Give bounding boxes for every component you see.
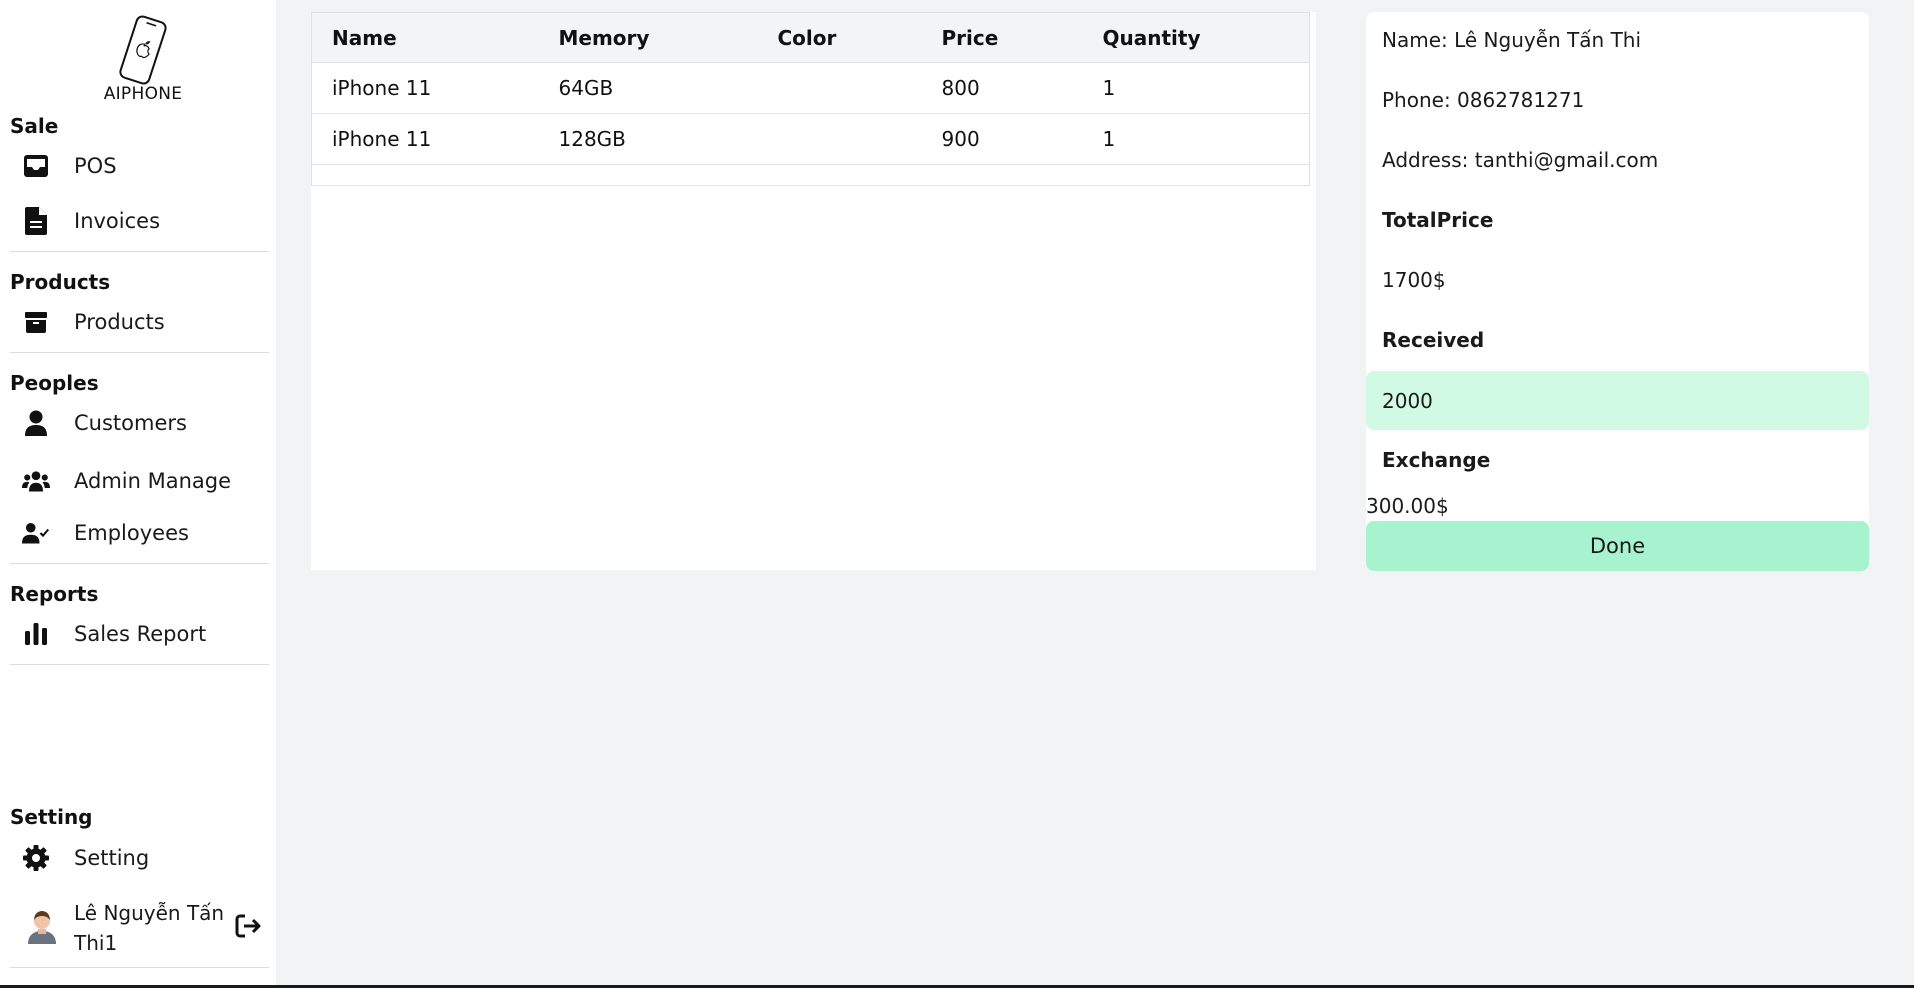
sidebar-item-label: Invoices <box>74 209 161 233</box>
sidebar-item-admin-manage[interactable]: Admin Manage <box>0 458 270 504</box>
section-title-reports: Reports <box>10 582 99 606</box>
sidebar-item-label: POS <box>74 154 117 178</box>
inbox-tray-icon <box>22 152 50 180</box>
sidebar-item-label: Sales Report <box>74 622 207 646</box>
sidebar-item-pos[interactable]: POS <box>0 143 270 189</box>
user-check-icon <box>22 519 50 547</box>
total-price-label: TotalPrice <box>1382 208 1494 232</box>
file-icon <box>22 207 50 235</box>
divider <box>10 251 269 252</box>
column-header-price: Price <box>921 12 1083 63</box>
section-title-sale: Sale <box>10 114 59 138</box>
done-button[interactable]: Done <box>1366 521 1869 571</box>
cell-color <box>757 62 922 114</box>
cell-quantity: 1 <box>1082 113 1310 165</box>
column-header-quantity: Quantity <box>1082 12 1310 63</box>
divider <box>10 967 269 968</box>
table-row-empty <box>311 164 1310 186</box>
cell-memory: 64GB <box>538 62 758 114</box>
divider <box>10 352 269 353</box>
divider <box>10 664 269 665</box>
table-row[interactable]: iPhone 11 64GB 800 1 <box>311 62 1310 114</box>
sidebar-item-customers[interactable]: Customers <box>0 400 270 446</box>
sidebar-item-products[interactable]: Products <box>0 299 270 345</box>
divider <box>10 563 269 564</box>
sidebar: AIPHONE Sale POS Invoices Products Produ… <box>0 0 276 985</box>
table-header-row: Name Memory Color Price Quantity <box>311 12 1310 63</box>
user-name: Lê Nguyễn Tấn Thi1 <box>74 901 225 955</box>
section-title-products: Products <box>10 270 111 294</box>
bar-chart-icon <box>22 620 50 648</box>
brand-name: AIPHONE <box>103 84 183 104</box>
customer-phone: Phone: 0862781271 <box>1382 88 1585 112</box>
avatar-icon <box>26 908 58 944</box>
cell-name: iPhone 11 <box>311 113 539 165</box>
cart-panel: Name Memory Color Price Quantity iPhone … <box>311 12 1316 570</box>
cell-memory: 128GB <box>538 113 758 165</box>
cell-price: 900 <box>921 113 1083 165</box>
column-header-color: Color <box>757 12 922 63</box>
empty-cell <box>311 164 1310 186</box>
cell-quantity: 1 <box>1082 62 1310 114</box>
sidebar-item-label: Customers <box>74 411 187 435</box>
received-input[interactable] <box>1366 371 1869 430</box>
gear-icon <box>22 844 50 872</box>
sidebar-item-invoices[interactable]: Invoices <box>0 198 270 244</box>
brand-logo[interactable]: AIPHONE <box>0 14 286 104</box>
sidebar-item-label: Admin Manage <box>74 469 232 493</box>
sidebar-item-sales-report[interactable]: Sales Report <box>0 611 270 657</box>
table-row[interactable]: iPhone 11 128GB 900 1 <box>311 113 1310 165</box>
cell-name: iPhone 11 <box>311 62 539 114</box>
exchange-value: 300.00$ <box>1366 494 1449 518</box>
checkout-panel: Name: Lê Nguyễn Tấn Thi Phone: 086278127… <box>1366 12 1869 571</box>
column-header-memory: Memory <box>538 12 758 63</box>
phone-apple-icon <box>119 15 167 85</box>
section-title-peoples: Peoples <box>10 371 99 395</box>
sidebar-item-setting[interactable]: Setting <box>0 835 270 881</box>
cell-price: 800 <box>921 62 1083 114</box>
received-label: Received <box>1382 328 1485 352</box>
user-profile[interactable]: Lê Nguyễn Tấn Thi1 <box>0 894 276 958</box>
sidebar-item-employees[interactable]: Employees <box>0 510 270 556</box>
sidebar-item-label: Products <box>74 310 165 334</box>
cell-color <box>757 113 922 165</box>
section-title-setting: Setting <box>10 805 93 829</box>
total-price-value: 1700$ <box>1382 268 1446 292</box>
customer-address: Address: tanthi@gmail.com <box>1382 148 1659 172</box>
customer-name: Name: Lê Nguyễn Tấn Thi <box>1382 28 1642 52</box>
sidebar-item-label: Employees <box>74 521 189 545</box>
box-icon <box>22 308 50 336</box>
cart-table: Name Memory Color Price Quantity iPhone … <box>311 12 1310 186</box>
users-group-icon <box>22 467 50 495</box>
column-header-name: Name <box>311 12 539 63</box>
sidebar-item-label: Setting <box>74 846 150 870</box>
user-icon <box>22 409 50 437</box>
logout-icon[interactable] <box>234 912 262 940</box>
exchange-label: Exchange <box>1382 448 1491 472</box>
